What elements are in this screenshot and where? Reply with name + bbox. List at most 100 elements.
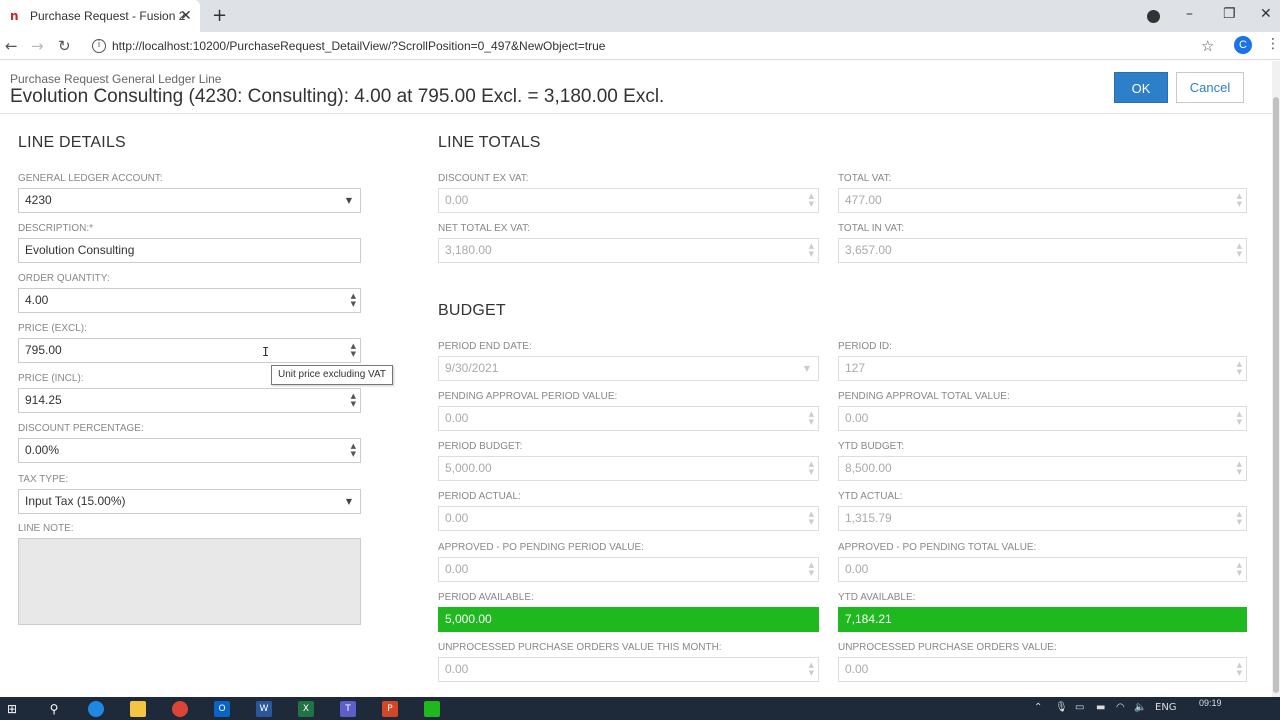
chevron-down-icon: ▼ — [345, 497, 352, 506]
search-icon[interactable]: ⚲ — [46, 701, 62, 717]
wifi-icon[interactable]: ◠ — [1116, 702, 1125, 713]
period-id-label: PERIOD ID: — [838, 341, 892, 352]
spinner-arrows-icon: ▲ ▼ — [1236, 661, 1242, 677]
spinner-arrows-icon[interactable]: ▲ ▼ — [351, 392, 356, 408]
gl-account-value: 4230 — [25, 193, 52, 207]
file-explorer-icon[interactable] — [130, 701, 146, 717]
price-excl-stepper[interactable]: 795.00 ▲ ▼ — [18, 338, 361, 363]
excel-icon[interactable]: X — [298, 701, 314, 717]
net-total-label: NET TOTAL EX VAT: — [438, 223, 530, 234]
spinner-arrows-icon: ▲ ▼ — [808, 192, 814, 208]
volume-icon[interactable]: 🔈 — [1134, 702, 1146, 713]
tax-type-label: TAX TYPE: — [18, 474, 69, 485]
word-icon[interactable]: W — [256, 701, 272, 717]
quantity-stepper[interactable]: 4.00 ▲ ▼ — [18, 288, 361, 313]
spinner-arrows-icon: ▲ ▼ — [808, 561, 814, 577]
cancel-button[interactable]: Cancel — [1176, 72, 1244, 103]
outlook-icon[interactable]: O — [214, 701, 230, 717]
edge-icon[interactable] — [88, 701, 104, 717]
profile-menu-icon[interactable] — [1147, 10, 1160, 23]
unprocessed-total-label: UNPROCESSED PURCHASE ORDERS VALUE: — [838, 642, 1057, 653]
sage-icon[interactable] — [424, 701, 440, 717]
tax-type-select[interactable]: Input Tax (15.00%) ▼ — [18, 489, 361, 514]
ytd-budget-field: 8,500.00 ▲ ▼ — [838, 456, 1247, 481]
back-icon[interactable]: ← — [5, 37, 18, 55]
total-in-vat-field: 3,657.00 ▲ ▼ — [838, 238, 1247, 263]
spinner-arrows-icon: ▲ ▼ — [808, 460, 814, 476]
spinner-arrows-icon[interactable]: ▲ ▼ — [351, 442, 356, 458]
price-incl-stepper[interactable]: 914.25 ▲ ▼ — [18, 388, 361, 413]
microphone-icon[interactable]: 🎙 — [1055, 702, 1068, 713]
network-icon[interactable]: ▭ — [1075, 702, 1084, 713]
scrollbar-thumb[interactable] — [1273, 97, 1279, 693]
gl-account-select[interactable]: 4230 ▼ — [18, 188, 361, 213]
price-excl-value: 795.00 — [25, 343, 62, 357]
forward-icon[interactable]: → — [31, 37, 44, 55]
discount-ex-vat-field: 0.00 ▲ ▼ — [438, 188, 819, 213]
period-budget-field: 5,000.00 ▲ ▼ — [438, 456, 819, 481]
powerpoint-icon[interactable]: P — [382, 701, 398, 717]
ok-button[interactable]: OK — [1114, 72, 1168, 103]
unprocessed-total-field: 0.00 ▲ ▼ — [838, 657, 1247, 682]
period-actual-field: 0.00 ▲ ▼ — [438, 506, 819, 531]
battery-icon[interactable]: ▬ — [1096, 702, 1105, 713]
page-scrollbar[interactable] — [1272, 61, 1280, 697]
maximize-icon[interactable]: ❐ — [1223, 6, 1236, 22]
language-indicator[interactable]: ENG — [1155, 702, 1177, 713]
chrome-icon[interactable] — [172, 701, 188, 717]
approved-total-value: 0.00 — [845, 562, 869, 576]
price-incl-value: 914.25 — [25, 393, 62, 407]
period-id-value: 127 — [845, 361, 866, 375]
discount-value: 0.00% — [25, 443, 60, 457]
total-vat-field: 477.00 ▲ ▼ — [838, 188, 1247, 213]
line-note-textarea[interactable] — [18, 538, 361, 625]
description-input[interactable]: Evolution Consulting — [18, 238, 361, 263]
approved-total-field: 0.00 ▲ ▼ — [838, 557, 1247, 582]
pending-period-value: 0.00 — [445, 411, 469, 425]
line-details-heading: LINE DETAILS — [18, 134, 126, 151]
total-vat-label: TOTAL VAT: — [838, 173, 892, 184]
new-tab-icon[interactable]: + — [212, 6, 227, 26]
site-info-icon[interactable]: i — [92, 39, 106, 53]
approved-period-field: 0.00 ▲ ▼ — [438, 557, 819, 582]
clock[interactable]: 09:19 — [1199, 698, 1222, 708]
chevron-up-icon[interactable]: ⌃ — [1034, 702, 1042, 713]
chevron-down-icon: ▼ — [803, 364, 810, 373]
discount-stepper[interactable]: 0.00% ▲ ▼ — [18, 438, 361, 463]
menu-icon[interactable]: ⋮ — [1266, 36, 1280, 52]
spinner-arrows-icon: ▲ ▼ — [1236, 360, 1242, 376]
spinner-arrows-icon: ▲ ▼ — [808, 661, 814, 677]
price-excl-label: PRICE (EXCL): — [18, 323, 87, 334]
period-available-field: 5,000.00 — [438, 607, 819, 632]
ytd-available-field: 7,184.21 — [838, 607, 1247, 632]
discount-ex-vat-value: 0.00 — [445, 193, 469, 207]
price-excl-tooltip: Unit price excluding VAT — [271, 365, 394, 385]
quantity-value: 4.00 — [25, 293, 49, 307]
pending-period-label: PENDING APPROVAL PERIOD VALUE: — [438, 391, 618, 402]
browser-tab[interactable]: n Purchase Request - Fusion 2 ✕ — [0, 0, 200, 32]
window-close-icon[interactable]: ✕ — [1260, 6, 1272, 22]
spinner-arrows-icon[interactable]: ▲ ▼ — [351, 292, 356, 308]
reload-icon[interactable]: ↻ — [58, 37, 71, 55]
spinner-arrows-icon[interactable]: ▲ ▼ — [351, 342, 356, 358]
bookmark-star-icon[interactable]: ☆ — [1201, 37, 1214, 55]
url-field[interactable]: http://localhost:10200/PurchaseRequest_D… — [112, 39, 605, 53]
period-actual-value: 0.00 — [445, 511, 469, 525]
minimize-icon[interactable]: – — [1186, 6, 1193, 22]
price-incl-label: PRICE (INCL): — [18, 373, 84, 384]
ytd-budget-value: 8,500.00 — [845, 461, 892, 475]
spinner-arrows-icon: ▲ ▼ — [1236, 410, 1242, 426]
gl-account-label: GENERAL LEDGER ACCOUNT: — [18, 173, 163, 184]
avatar[interactable]: C — [1234, 36, 1252, 54]
spinner-arrows-icon: ▲ ▼ — [1236, 561, 1242, 577]
teams-icon[interactable]: T — [340, 701, 356, 717]
windows-start-icon[interactable]: ⊞ — [4, 701, 20, 717]
app-favicon-icon: n — [10, 9, 19, 23]
chevron-down-icon: ▼ — [345, 196, 352, 205]
total-in-vat-value: 3,657.00 — [845, 243, 892, 257]
total-in-vat-label: TOTAL IN VAT: — [838, 223, 905, 234]
unprocessed-total-value: 0.00 — [845, 662, 869, 676]
discount-label: DISCOUNT PERCENTAGE: — [18, 423, 144, 434]
close-icon[interactable]: ✕ — [180, 8, 192, 24]
net-total-value: 3,180.00 — [445, 243, 492, 257]
